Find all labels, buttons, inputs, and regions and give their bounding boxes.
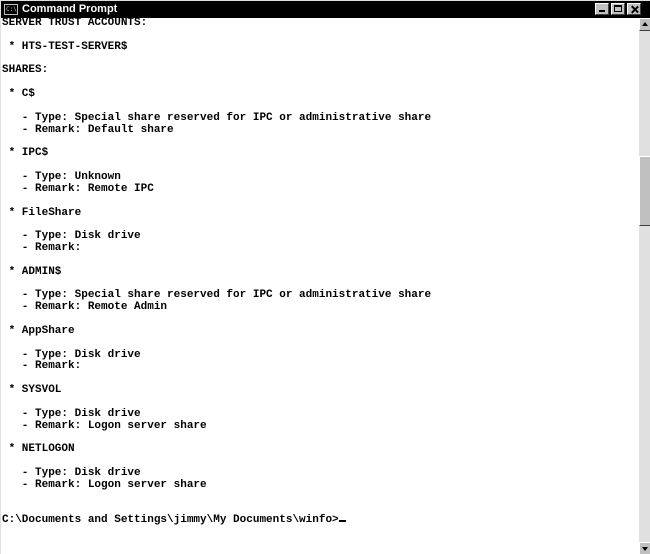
maximize-button[interactable]: [611, 3, 625, 15]
scrollbar-thumb[interactable]: [639, 156, 650, 226]
console-line: - Remark: Logon server share: [2, 478, 207, 491]
command-prompt: C:\Documents and Settings\jimmy\My Docum…: [2, 514, 339, 527]
console-line: - Type: Special share reserved for IPC o…: [2, 111, 432, 124]
console-line: * NETLOGON: [2, 443, 75, 456]
minimize-button[interactable]: [595, 3, 609, 15]
scroll-up-arrow-icon[interactable]: [639, 18, 650, 31]
console-line: * SYSVOL: [2, 384, 62, 397]
console-text: SERVER TRUST ACCOUNTS: * HTS-TEST-SERVER…: [1, 18, 639, 515]
window-title: Command Prompt: [22, 3, 118, 15]
console-line: - Remark:: [2, 242, 82, 255]
console-line: * FileShare: [2, 206, 82, 219]
console-line: - Remark: Remote IPC: [2, 182, 154, 195]
console-line: SHARES:: [2, 64, 49, 77]
command-prompt-window[interactable]: C:\ Command Prompt SERVER TRUST ACCOUNTS…: [0, 0, 650, 554]
console-line: - Remark: Default share: [2, 123, 174, 136]
console-line: - Type: Disk drive: [2, 230, 141, 243]
console-line: - Type: Disk drive: [2, 407, 141, 420]
vertical-scrollbar[interactable]: [639, 18, 650, 554]
console-line: - Type: Special share reserved for IPC o…: [2, 289, 432, 302]
console-prompt-line[interactable]: C:\Documents and Settings\jimmy\My Docum…: [1, 515, 639, 527]
console-line: - Remark: Remote Admin: [2, 301, 168, 314]
cmd-icon: C:\: [4, 4, 18, 15]
console-line: - Remark: Logon server share: [2, 419, 207, 432]
console-line: * HTS-TEST-SERVER$: [2, 40, 128, 53]
console-output[interactable]: SERVER TRUST ACCOUNTS: * HTS-TEST-SERVER…: [1, 18, 639, 554]
window-controls: [595, 3, 641, 15]
console-line: SERVER TRUST ACCOUNTS:: [2, 18, 148, 29]
console-line: * AppShare: [2, 324, 75, 337]
console-line: * ADMIN$: [2, 265, 62, 278]
console-line: * C$: [2, 88, 36, 101]
console-line: * IPC$: [2, 147, 49, 160]
console-line: - Type: Disk drive: [2, 467, 141, 480]
title-bar[interactable]: C:\ Command Prompt: [1, 1, 650, 18]
close-button[interactable]: [627, 3, 641, 15]
console-line: - Type: Disk drive: [2, 348, 141, 361]
text-cursor: [338, 520, 346, 523]
scroll-down-arrow-icon[interactable]: [639, 542, 650, 554]
console-line: - Type: Unknown: [2, 170, 121, 183]
console-line: - Remark:: [2, 360, 82, 373]
